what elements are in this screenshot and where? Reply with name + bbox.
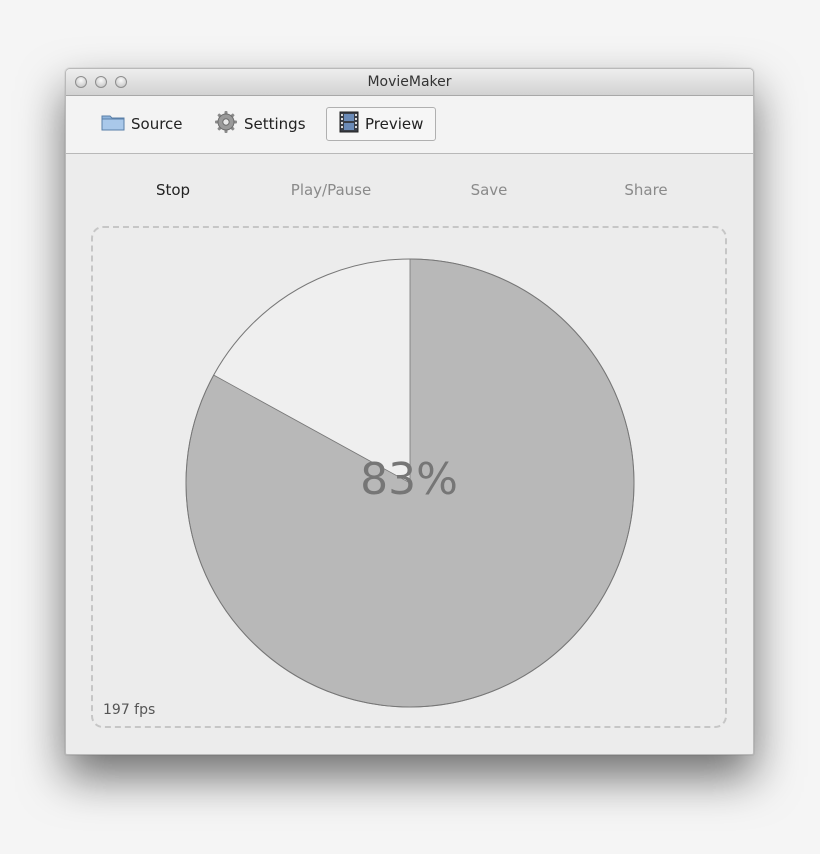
tab-play-pause[interactable]: Play/Pause [291, 181, 371, 199]
title-bar[interactable]: MovieMaker [66, 69, 753, 96]
film-icon [339, 111, 359, 137]
playback-tabs: Stop Play/Pause Save Share [66, 154, 753, 199]
gear-icon [214, 110, 238, 138]
fps-counter: 197 fps [103, 702, 156, 718]
preview-label: Preview [365, 115, 424, 133]
window-title: MovieMaker [367, 74, 452, 90]
preview-toolbar-button[interactable]: Preview [326, 107, 436, 141]
tab-stop[interactable]: Stop [156, 181, 190, 199]
settings-label: Settings [244, 115, 306, 133]
source-toolbar-button[interactable]: Source [101, 107, 183, 141]
source-label: Source [131, 115, 183, 133]
tab-save[interactable]: Save [471, 181, 508, 199]
tab-share[interactable]: Share [624, 181, 667, 199]
preview-stage: 83% 197 fps [91, 226, 727, 728]
folder-icon [101, 113, 125, 135]
progress-percentage: 83% [360, 454, 458, 505]
moviemaker-window: MovieMaker Source Settings Preview Stop … [65, 68, 754, 755]
settings-toolbar-button[interactable]: Settings [214, 107, 306, 141]
toolbar: Source Settings Preview [66, 96, 753, 154]
